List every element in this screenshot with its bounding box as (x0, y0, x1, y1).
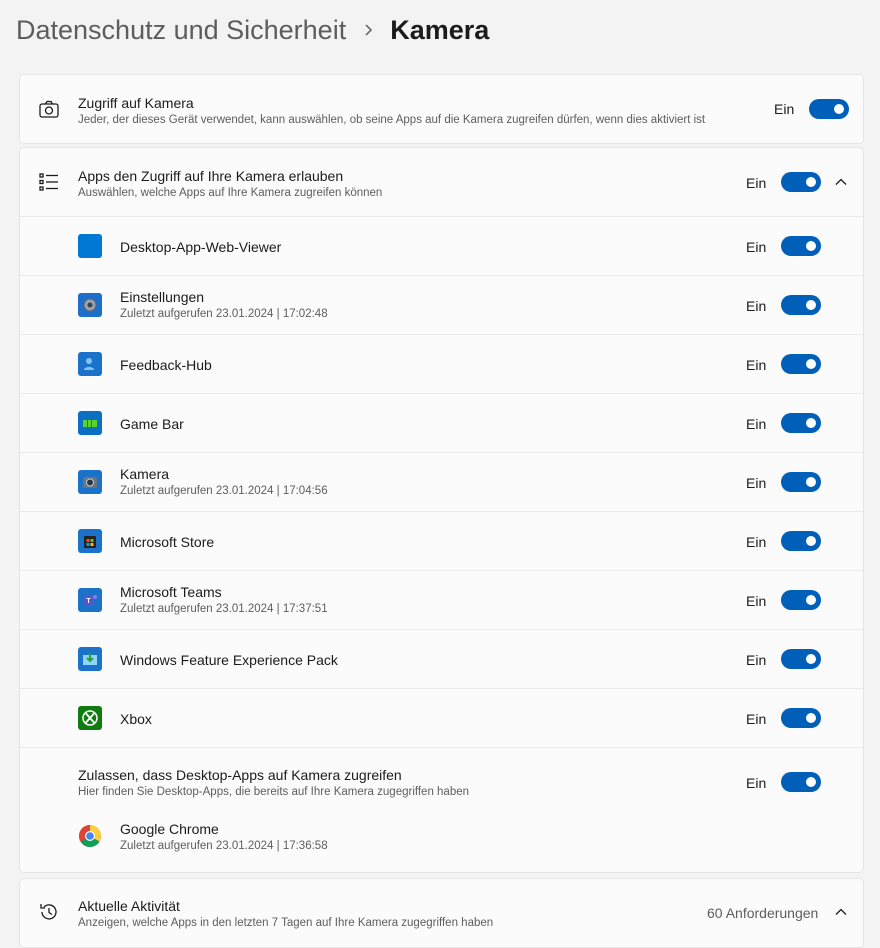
app-name: Desktop-App-Web-Viewer (120, 239, 282, 255)
chevron-up-icon[interactable] (834, 175, 848, 189)
app-state: Ein (746, 475, 767, 491)
camera-access-subtitle: Jeder, der dieses Gerät verwendet, kann … (78, 114, 706, 126)
request-count: 60 Anforderungen (707, 905, 819, 921)
app-toggle[interactable] (781, 413, 821, 433)
recent-activity-row[interactable]: Aktuelle Aktivität Anzeigen, welche Apps… (20, 879, 863, 947)
desktop-apps-state: Ein (746, 775, 767, 791)
app-name: Xbox (120, 711, 152, 727)
app-name: Feedback-Hub (120, 357, 212, 373)
apps-access-state: Ein (746, 175, 767, 191)
settings-gear-icon (78, 293, 102, 317)
apps-access-card: Apps den Zugriff auf Ihre Kamera erlaube… (19, 147, 864, 873)
desktop-apps-subtitle: Hier finden Sie Desktop-Apps, die bereit… (78, 786, 470, 798)
app-last-used: Zuletzt aufgerufen 23.01.2024 | 17:02:48 (120, 308, 328, 320)
app-state: Ein (746, 534, 767, 550)
app-state: Ein (746, 652, 767, 668)
app-row-feedback-hub: Feedback-Hub Ein (20, 335, 863, 394)
recent-activity-card: Aktuelle Aktivität Anzeigen, welche Apps… (19, 878, 864, 948)
history-icon (38, 901, 60, 923)
app-row-microsoft-store: Microsoft Store Ein (20, 512, 863, 571)
app-state: Ein (746, 593, 767, 609)
breadcrumb-parent[interactable]: Datenschutz und Sicherheit (16, 15, 346, 46)
apps-access-title: Apps den Zugriff auf Ihre Kamera erlaube… (78, 168, 344, 184)
app-row-desktop-app-web-viewer: Desktop-App-Web-Viewer Ein (20, 217, 863, 276)
app-row-game-bar: Game Bar Ein (20, 394, 863, 453)
app-row-windows-feature-experience-pack: Windows Feature Experience Pack Ein (20, 630, 863, 689)
desktop-apps-title: Zulassen, dass Desktop-Apps auf Kamera z… (78, 767, 402, 783)
camera-access-row: Zugriff auf Kamera Jeder, der dieses Ger… (20, 75, 863, 143)
app-toggle[interactable] (781, 649, 821, 669)
chrome-name: Google Chrome (120, 821, 219, 837)
desktop-apps-toggle[interactable] (781, 772, 821, 792)
camera-icon (38, 98, 60, 120)
apps-access-subtitle: Auswählen, welche Apps auf Ihre Kamera z… (78, 187, 383, 199)
feature-pack-icon (78, 647, 102, 671)
app-last-used: Zuletzt aufgerufen 23.01.2024 | 17:37:51 (120, 603, 328, 615)
app-toggle[interactable] (781, 708, 821, 728)
app-name: Einstellungen (120, 289, 205, 305)
chevron-up-icon[interactable] (834, 905, 848, 919)
xbox-icon (78, 706, 102, 730)
camera-access-toggle[interactable] (809, 99, 849, 119)
app-name: Microsoft Teams (120, 584, 222, 600)
breadcrumb: Datenschutz und Sicherheit Kamera (16, 12, 489, 48)
app-toggle[interactable] (781, 295, 821, 315)
app-state: Ein (746, 357, 767, 373)
apps-access-toggle[interactable] (781, 172, 821, 192)
app-row-kamera: Kamera Zuletzt aufgerufen 23.01.2024 | 1… (20, 453, 863, 512)
app-name: Game Bar (120, 416, 184, 432)
app-row-microsoft-teams: T Microsoft Teams Zuletzt aufgerufen 23.… (20, 571, 863, 630)
recent-activity-subtitle: Anzeigen, welche Apps in den letzten 7 T… (78, 917, 494, 929)
chrome-icon (78, 824, 102, 848)
camera-access-card: Zugriff auf Kamera Jeder, der dieses Ger… (19, 74, 864, 144)
chrome-last-used: Zuletzt aufgerufen 23.01.2024 | 17:36:58 (120, 840, 328, 852)
apps-access-header-row[interactable]: Apps den Zugriff auf Ihre Kamera erlaube… (20, 148, 863, 217)
game-bar-icon (78, 411, 102, 435)
app-toggle[interactable] (781, 354, 821, 374)
feedback-hub-icon (78, 352, 102, 376)
app-state: Ein (746, 416, 767, 432)
desktop-apps-section: Zulassen, dass Desktop-Apps auf Kamera z… (20, 748, 863, 874)
app-state: Ein (746, 298, 767, 314)
web-viewer-icon (78, 234, 102, 258)
app-name: Kamera (120, 466, 170, 482)
app-state: Ein (746, 239, 767, 255)
recent-activity-title: Aktuelle Aktivität (78, 898, 180, 914)
chevron-right-icon (364, 23, 374, 37)
app-state: Ein (746, 711, 767, 727)
app-toggle[interactable] (781, 236, 821, 256)
app-row-xbox: Xbox Ein (20, 689, 863, 748)
app-toggle[interactable] (781, 472, 821, 492)
list-icon (38, 171, 60, 193)
app-last-used: Zuletzt aufgerufen 23.01.2024 | 17:04:56 (120, 485, 328, 497)
app-toggle[interactable] (781, 590, 821, 610)
app-toggle[interactable] (781, 531, 821, 551)
page-title: Kamera (390, 14, 490, 45)
app-name: Windows Feature Experience Pack (120, 652, 338, 668)
camera-access-title: Zugriff auf Kamera (78, 95, 194, 111)
app-name: Microsoft Store (120, 534, 215, 550)
svg-text:T: T (86, 598, 91, 605)
app-row-einstellungen: Einstellungen Zuletzt aufgerufen 23.01.2… (20, 276, 863, 335)
camera-access-state: Ein (774, 101, 795, 117)
camera-app-icon (78, 470, 102, 494)
teams-icon: T (78, 588, 102, 612)
store-icon (78, 529, 102, 553)
